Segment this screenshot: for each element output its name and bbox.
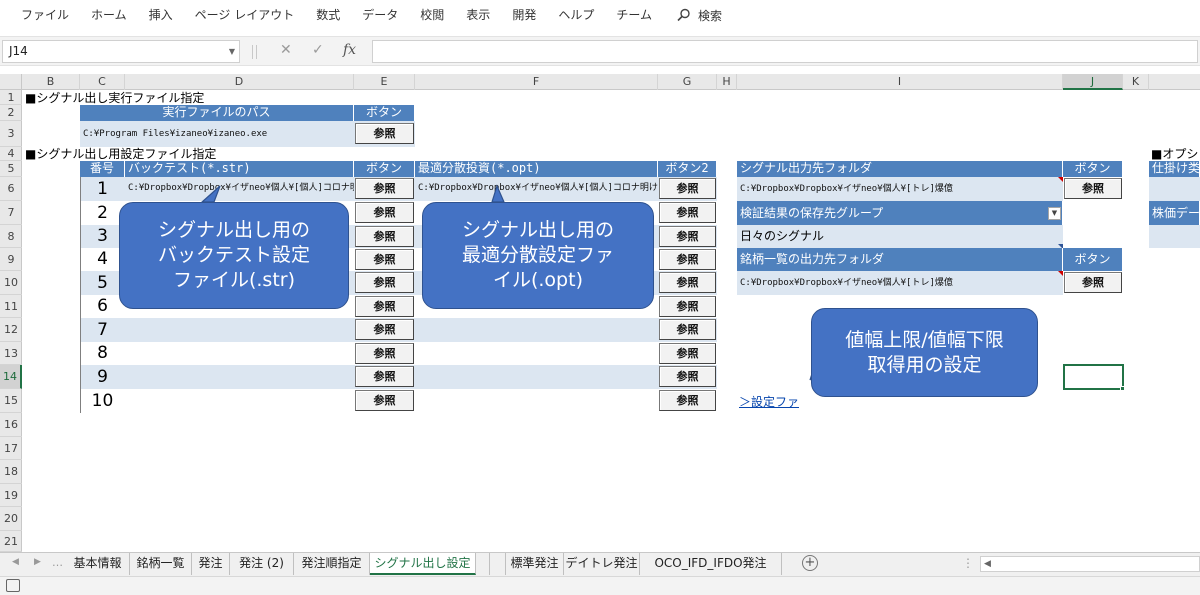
row-header-selected[interactable]: 14 <box>0 365 22 389</box>
row-header[interactable]: 7 <box>0 201 22 225</box>
search-icon <box>677 8 690 22</box>
row-header[interactable]: 3 <box>0 121 22 147</box>
sheet-nav-next-icon[interactable]: ▶ <box>34 557 41 567</box>
add-sheet-icon[interactable]: + <box>802 555 818 571</box>
row-header[interactable]: 5 <box>0 161 22 177</box>
formula-bar-divider <box>256 45 257 59</box>
name-box-value: J14 <box>9 44 28 58</box>
column-header-i[interactable]: I <box>737 74 1063 90</box>
sheet-nav-more-icon[interactable]: … <box>52 556 63 569</box>
sheet-more-icon[interactable]: ⋮ <box>962 556 974 570</box>
callout-opt: シグナル出し用の 最適分散設定ファ イル(.opt) <box>422 202 654 309</box>
search-label: 検索 <box>697 8 722 23</box>
row-header[interactable]: 9 <box>0 248 22 271</box>
sheet-tab-stock-list[interactable]: 銘柄一覧 <box>130 553 192 575</box>
column-header-b[interactable]: B <box>22 74 80 90</box>
row-header[interactable]: 6 <box>0 177 22 201</box>
row-header[interactable]: 15 <box>0 389 22 413</box>
column-headers: B C D E F G H I J K <box>22 74 1200 90</box>
horizontal-scrollbar[interactable]: ◀ <box>980 556 1200 572</box>
column-header-j[interactable]: J <box>1063 74 1123 90</box>
column-header-c[interactable]: C <box>80 74 125 90</box>
row-header[interactable]: 18 <box>0 460 22 484</box>
cancel-icon[interactable]: ✕ <box>280 42 292 58</box>
row-header[interactable]: 2 <box>0 105 22 121</box>
ribbon-tab-view[interactable]: 表示 <box>455 0 501 30</box>
name-box[interactable]: J14 ▼ <box>2 40 240 63</box>
callout-backtest: シグナル出し用の バックテスト設定 ファイル(.str) <box>119 202 349 309</box>
ribbon-tab-help[interactable]: ヘルプ <box>547 0 605 30</box>
ribbon-tab-insert[interactable]: 挿入 <box>138 0 184 30</box>
ribbon-tab-formulas[interactable]: 数式 <box>305 0 351 30</box>
sheet-tab-basic-info[interactable]: 基本情報 <box>66 553 130 575</box>
row-header[interactable]: 11 <box>0 295 22 318</box>
ribbon-tab-file[interactable]: ファイル <box>10 0 80 30</box>
column-header-d[interactable]: D <box>125 74 354 90</box>
ribbon-search[interactable]: 検索 <box>677 7 722 24</box>
ribbon-tab-team[interactable]: チーム <box>605 0 663 30</box>
ribbon-tab-home[interactable]: ホーム <box>80 0 138 30</box>
row-header[interactable]: 1 <box>0 90 22 105</box>
sheet-tab-order-2[interactable]: 発注 (2) <box>230 553 294 575</box>
row-header[interactable]: 10 <box>0 271 22 295</box>
callout-tail-opt <box>491 184 505 203</box>
enter-icon[interactable]: ✓ <box>312 42 324 58</box>
worksheet-grid[interactable]: ■シグナル出し実行ファイル指定 実行ファイルのパス ボタン C:¥Program… <box>22 90 1200 552</box>
column-header-f[interactable]: F <box>415 74 658 90</box>
row-header[interactable]: 20 <box>0 507 22 531</box>
column-header-k[interactable]: K <box>1123 74 1149 90</box>
ribbon-tab-data[interactable]: データ <box>351 0 409 30</box>
row-header[interactable]: 8 <box>0 225 22 248</box>
sheet-tab-daytrade-order[interactable]: デイトレ発注 <box>564 553 640 575</box>
row-header[interactable]: 13 <box>0 342 22 365</box>
callout-tail-backtest <box>200 185 221 203</box>
insert-function-icon[interactable]: fx <box>343 42 356 58</box>
row-header[interactable]: 12 <box>0 318 22 342</box>
sheet-nav-prev-icon[interactable]: ◀ <box>12 557 19 567</box>
sheet-tab-signal-settings[interactable]: シグナル出し設定 <box>370 553 476 575</box>
row-header[interactable]: 4 <box>0 147 22 161</box>
sheet-tab-hidden[interactable] <box>476 553 490 575</box>
sheet-tab-order-sequence[interactable]: 発注順指定 <box>294 553 370 575</box>
status-bar <box>0 576 1200 595</box>
sheet-tab-oco-ifd-ifdo-order[interactable]: OCO_IFD_IFDO発注 <box>640 553 782 575</box>
sheet-tab-spacer <box>490 553 506 575</box>
scroll-left-icon[interactable]: ◀ <box>984 559 991 569</box>
ribbon-tabs: ファイル ホーム 挿入 ページ レイアウト 数式 データ 校閲 表示 開発 ヘル… <box>0 0 1200 30</box>
formula-input[interactable] <box>372 40 1198 63</box>
select-all-corner[interactable] <box>0 74 22 90</box>
ribbon-tab-developer[interactable]: 開発 <box>501 0 547 30</box>
row-header[interactable]: 19 <box>0 484 22 507</box>
formula-bar: J14 ▼ ✕ ✓ fx <box>0 36 1200 66</box>
column-header-e[interactable]: E <box>354 74 415 90</box>
ribbon-tab-page-layout[interactable]: ページ レイアウト <box>184 0 306 30</box>
row-headers: 1 2 3 4 5 6 7 8 9 10 11 12 13 14 15 16 1… <box>0 90 22 552</box>
macro-record-icon[interactable] <box>6 579 20 592</box>
row-header[interactable]: 17 <box>0 437 22 460</box>
ribbon-tab-review[interactable]: 校閲 <box>409 0 455 30</box>
sheet-tab-bar: ◀ ▶ … 基本情報 銘柄一覧 発注 発注 (2) 発注順指定 シグナル出し設定… <box>0 552 1200 576</box>
row-header[interactable]: 16 <box>0 413 22 437</box>
formula-bar-divider <box>252 45 253 59</box>
sheet-tab-order[interactable]: 発注 <box>192 553 230 575</box>
column-header-g[interactable]: G <box>658 74 717 90</box>
sheet-tab-standard-order[interactable]: 標準発注 <box>506 553 564 575</box>
column-header-h[interactable]: H <box>717 74 737 90</box>
row-header[interactable]: 21 <box>0 531 22 552</box>
chevron-down-icon[interactable]: ▼ <box>229 41 235 62</box>
callout-limit: 値幅上限/値幅下限 取得用の設定 <box>811 308 1038 397</box>
